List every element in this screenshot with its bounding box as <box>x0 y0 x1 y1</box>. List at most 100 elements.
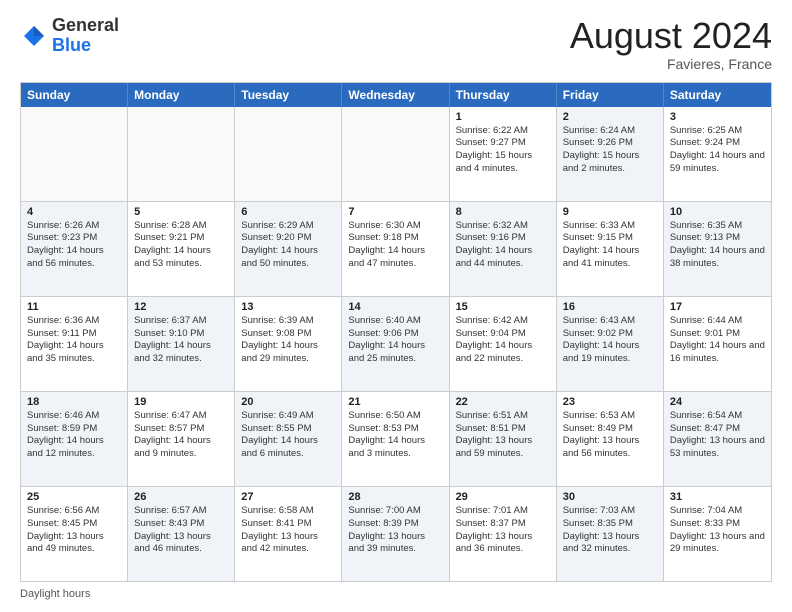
cell-detail: Sunrise: 6:49 AM Sunset: 8:55 PM Dayligh… <box>241 410 335 461</box>
calendar-row: 1Sunrise: 6:22 AM Sunset: 9:27 PM Daylig… <box>21 107 771 201</box>
logo-general: General <box>52 15 119 35</box>
calendar-row: 25Sunrise: 6:56 AM Sunset: 8:45 PM Dayli… <box>21 486 771 581</box>
calendar-cell: 6 Sunrise: 6:29 AM Sunset: 9:20 PM Daylig… <box>235 202 342 296</box>
day-number: 9 <box>563 206 657 218</box>
day-number: 21 <box>348 396 442 408</box>
calendar-row: 18 Sunrise: 6:46 AM Sunset: 8:59 PM Dayli… <box>21 391 771 486</box>
calendar-cell: 11Sunrise: 6:36 AM Sunset: 9:11 PM Dayli… <box>21 297 128 391</box>
cell-detail: Sunrise: 6:30 AM Sunset: 9:18 PM Dayligh… <box>348 220 442 271</box>
calendar-cell: 12Sunrise: 6:37 AM Sunset: 9:10 PM Dayli… <box>128 297 235 391</box>
cell-detail: Sunrise: 6:36 AM Sunset: 9:11 PM Dayligh… <box>27 315 121 366</box>
cell-detail: Sunrise: 6:33 AM Sunset: 9:15 PM Dayligh… <box>563 220 657 271</box>
calendar-cell: 10Sunrise: 6:35 AM Sunset: 9:13 PM Dayli… <box>664 202 771 296</box>
calendar-cell: 27Sunrise: 6:58 AM Sunset: 8:41 PM Dayli… <box>235 487 342 581</box>
day-number: 13 <box>241 301 335 313</box>
cell-detail: Sunrise: 6:53 AM Sunset: 8:49 PM Dayligh… <box>563 410 657 461</box>
calendar-cell: 13 Sunrise: 6:39 AM Sunset: 9:08 PM Dayli… <box>235 297 342 391</box>
cell-detail: Sunrise: 6:57 AM Sunset: 8:43 PM Dayligh… <box>134 505 228 556</box>
cell-detail: Sunrise: 6:28 AM Sunset: 9:21 PM Dayligh… <box>134 220 228 271</box>
cell-detail: Sunrise: 6:47 AM Sunset: 8:57 PM Dayligh… <box>134 410 228 461</box>
calendar-cell: 17 Sunrise: 6:44 AM Sunset: 9:01 PM Dayli… <box>664 297 771 391</box>
cell-detail: Sunrise: 7:01 AM Sunset: 8:37 PM Dayligh… <box>456 505 550 556</box>
calendar-cell <box>128 107 235 201</box>
calendar: SundayMondayTuesdayWednesdayThursdayFrid… <box>20 82 772 582</box>
location: Favieres, France <box>570 56 772 72</box>
logo-icon <box>20 22 48 50</box>
cell-detail: Sunrise: 7:04 AM Sunset: 8:33 PM Dayligh… <box>670 505 765 556</box>
day-number: 19 <box>134 396 228 408</box>
title-block: August 2024 Favieres, France <box>570 16 772 72</box>
weekday-header: Saturday <box>664 83 771 107</box>
cell-detail: Sunrise: 6:42 AM Sunset: 9:04 PM Dayligh… <box>456 315 550 366</box>
daylight-label: Daylight hours <box>20 588 90 600</box>
cell-detail: Sunrise: 6:26 AM Sunset: 9:23 PM Dayligh… <box>27 220 121 271</box>
cell-detail: Sunrise: 6:44 AM Sunset: 9:01 PM Dayligh… <box>670 315 765 366</box>
calendar-cell <box>235 107 342 201</box>
logo: General Blue <box>20 16 119 56</box>
calendar-cell: 30 Sunrise: 7:03 AM Sunset: 8:35 PM Dayli… <box>557 487 664 581</box>
calendar-cell: 20Sunrise: 6:49 AM Sunset: 8:55 PM Dayli… <box>235 392 342 486</box>
calendar-body: 1Sunrise: 6:22 AM Sunset: 9:27 PM Daylig… <box>21 107 771 581</box>
calendar-cell: 4Sunrise: 6:26 AM Sunset: 9:23 PM Daylig… <box>21 202 128 296</box>
calendar-cell: 25Sunrise: 6:56 AM Sunset: 8:45 PM Dayli… <box>21 487 128 581</box>
header: General Blue August 2024 Favieres, Franc… <box>20 16 772 72</box>
day-number: 22 <box>456 396 550 408</box>
calendar-cell: 3Sunrise: 6:25 AM Sunset: 9:24 PM Daylig… <box>664 107 771 201</box>
day-number: 10 <box>670 206 765 218</box>
day-number: 26 <box>134 491 228 503</box>
calendar-cell: 8Sunrise: 6:32 AM Sunset: 9:16 PM Daylig… <box>450 202 557 296</box>
cell-detail: Sunrise: 7:00 AM Sunset: 8:39 PM Dayligh… <box>348 505 442 556</box>
day-number: 23 <box>563 396 657 408</box>
cell-detail: Sunrise: 6:54 AM Sunset: 8:47 PM Dayligh… <box>670 410 765 461</box>
calendar-cell: 16Sunrise: 6:43 AM Sunset: 9:02 PM Dayli… <box>557 297 664 391</box>
weekday-header: Wednesday <box>342 83 449 107</box>
day-number: 24 <box>670 396 765 408</box>
cell-detail: Sunrise: 6:46 AM Sunset: 8:59 PM Dayligh… <box>27 410 121 461</box>
day-number: 28 <box>348 491 442 503</box>
cell-detail: Sunrise: 6:40 AM Sunset: 9:06 PM Dayligh… <box>348 315 442 366</box>
calendar-cell: 15Sunrise: 6:42 AM Sunset: 9:04 PM Dayli… <box>450 297 557 391</box>
cell-detail: Sunrise: 6:29 AM Sunset: 9:20 PM Dayligh… <box>241 220 335 271</box>
day-number: 3 <box>670 111 765 123</box>
day-number: 1 <box>456 111 550 123</box>
cell-detail: Sunrise: 6:39 AM Sunset: 9:08 PM Dayligh… <box>241 315 335 366</box>
calendar-row: 4Sunrise: 6:26 AM Sunset: 9:23 PM Daylig… <box>21 201 771 296</box>
calendar-cell: 31Sunrise: 7:04 AM Sunset: 8:33 PM Dayli… <box>664 487 771 581</box>
weekday-header: Thursday <box>450 83 557 107</box>
day-number: 6 <box>241 206 335 218</box>
calendar-row: 11Sunrise: 6:36 AM Sunset: 9:11 PM Dayli… <box>21 296 771 391</box>
calendar-cell: 9 Sunrise: 6:33 AM Sunset: 9:15 PM Daylig… <box>557 202 664 296</box>
calendar-cell: 29Sunrise: 7:01 AM Sunset: 8:37 PM Dayli… <box>450 487 557 581</box>
calendar-cell: 24 Sunrise: 6:54 AM Sunset: 8:47 PM Dayli… <box>664 392 771 486</box>
day-number: 16 <box>563 301 657 313</box>
calendar-cell: 5Sunrise: 6:28 AM Sunset: 9:21 PM Daylig… <box>128 202 235 296</box>
logo-text: General Blue <box>52 16 119 56</box>
day-number: 2 <box>563 111 657 123</box>
calendar-cell: 23 Sunrise: 6:53 AM Sunset: 8:49 PM Dayli… <box>557 392 664 486</box>
calendar-cell: 2 Sunrise: 6:24 AM Sunset: 9:26 PM Daylig… <box>557 107 664 201</box>
day-number: 27 <box>241 491 335 503</box>
calendar-cell: 26 Sunrise: 6:57 AM Sunset: 8:43 PM Dayli… <box>128 487 235 581</box>
day-number: 12 <box>134 301 228 313</box>
day-number: 18 <box>27 396 121 408</box>
page: General Blue August 2024 Favieres, Franc… <box>0 0 792 612</box>
calendar-cell: 1Sunrise: 6:22 AM Sunset: 9:27 PM Daylig… <box>450 107 557 201</box>
day-number: 17 <box>670 301 765 313</box>
weekday-header: Friday <box>557 83 664 107</box>
cell-detail: Sunrise: 6:24 AM Sunset: 9:26 PM Dayligh… <box>563 125 657 176</box>
calendar-cell: 21Sunrise: 6:50 AM Sunset: 8:53 PM Dayli… <box>342 392 449 486</box>
cell-detail: Sunrise: 7:03 AM Sunset: 8:35 PM Dayligh… <box>563 505 657 556</box>
day-number: 25 <box>27 491 121 503</box>
weekday-header: Tuesday <box>235 83 342 107</box>
weekday-header: Monday <box>128 83 235 107</box>
calendar-cell: 22 Sunrise: 6:51 AM Sunset: 8:51 PM Dayli… <box>450 392 557 486</box>
calendar-cell <box>342 107 449 201</box>
calendar-cell: 19 Sunrise: 6:47 AM Sunset: 8:57 PM Dayli… <box>128 392 235 486</box>
cell-detail: Sunrise: 6:51 AM Sunset: 8:51 PM Dayligh… <box>456 410 550 461</box>
calendar-cell: 18 Sunrise: 6:46 AM Sunset: 8:59 PM Dayli… <box>21 392 128 486</box>
day-number: 8 <box>456 206 550 218</box>
day-number: 30 <box>563 491 657 503</box>
calendar-cell: 7Sunrise: 6:30 AM Sunset: 9:18 PM Daylig… <box>342 202 449 296</box>
calendar-cell <box>21 107 128 201</box>
footer: Daylight hours <box>20 588 772 600</box>
